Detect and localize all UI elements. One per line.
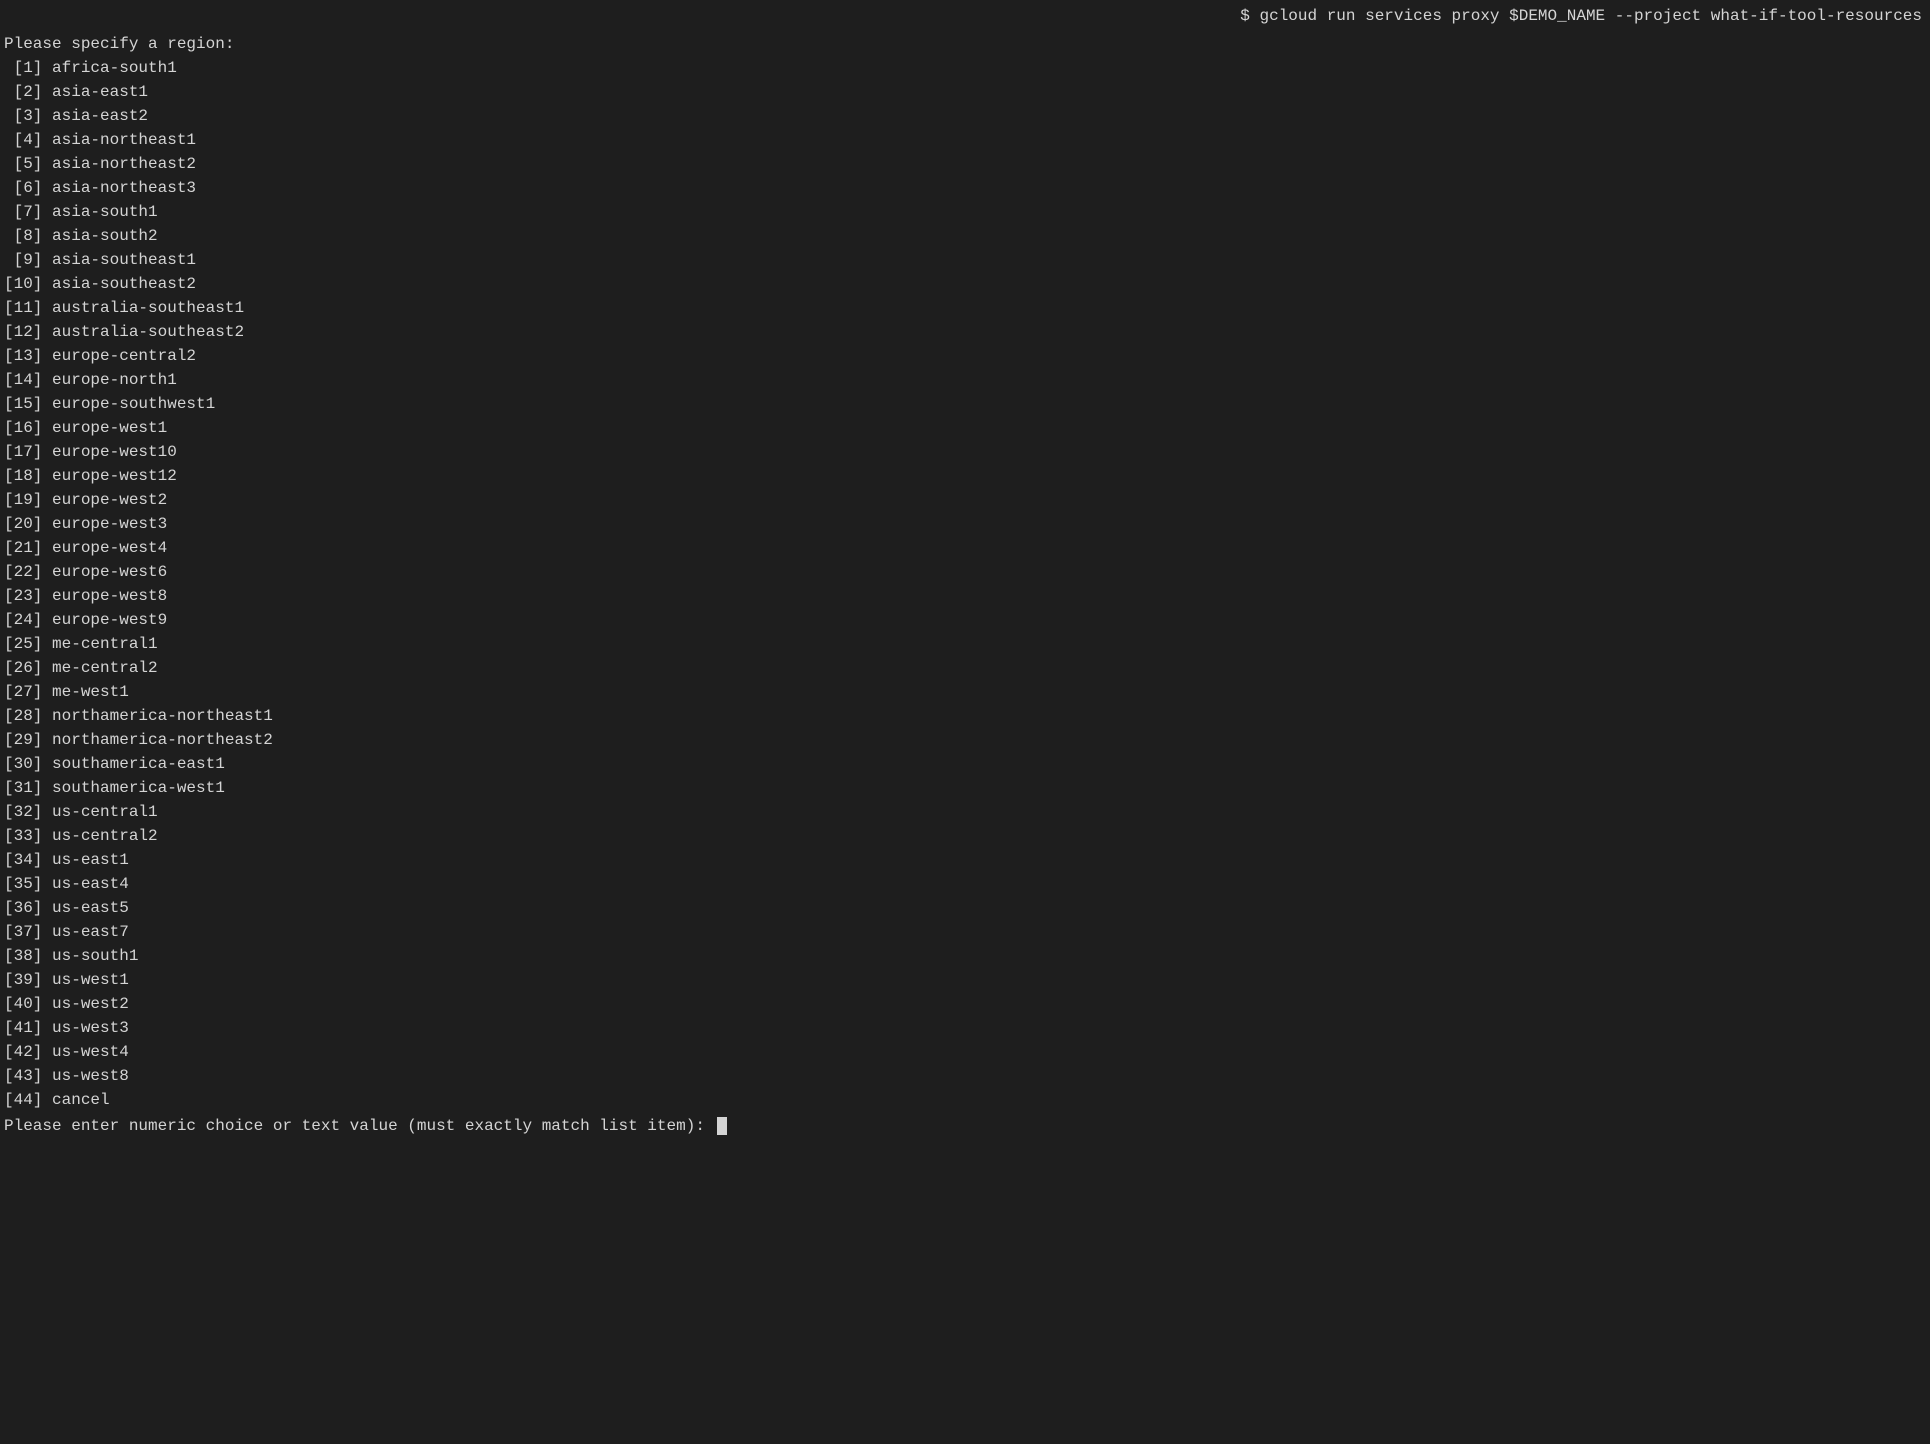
- region-item: [20] europe-west3: [4, 512, 1926, 536]
- region-item: [11] australia-southeast1: [4, 296, 1926, 320]
- region-item: [2] asia-east1: [4, 80, 1926, 104]
- cursor: [717, 1117, 727, 1135]
- region-item: [23] europe-west8: [4, 584, 1926, 608]
- region-item: [1] africa-south1: [4, 56, 1926, 80]
- region-item: [22] europe-west6: [4, 560, 1926, 584]
- region-item: [10] asia-southeast2: [4, 272, 1926, 296]
- region-item: [19] europe-west2: [4, 488, 1926, 512]
- region-item: [33] us-central2: [4, 824, 1926, 848]
- terminal: $ gcloud run services proxy $DEMO_NAME -…: [0, 0, 1930, 1444]
- region-item: [40] us-west2: [4, 992, 1926, 1016]
- region-item: [30] southamerica-east1: [4, 752, 1926, 776]
- region-item: [7] asia-south1: [4, 200, 1926, 224]
- region-item: [35] us-east4: [4, 872, 1926, 896]
- region-item: [16] europe-west1: [4, 416, 1926, 440]
- region-item: [34] us-east1: [4, 848, 1926, 872]
- region-item: [38] us-south1: [4, 944, 1926, 968]
- region-item: [29] northamerica-northeast2: [4, 728, 1926, 752]
- region-item: [3] asia-east2: [4, 104, 1926, 128]
- region-item: [21] europe-west4: [4, 536, 1926, 560]
- region-item: [27] me-west1: [4, 680, 1926, 704]
- region-item: [13] europe-central2: [4, 344, 1926, 368]
- input-line[interactable]: Please enter numeric choice or text valu…: [4, 1114, 1926, 1138]
- region-item: [28] northamerica-northeast1: [4, 704, 1926, 728]
- region-item: [24] europe-west9: [4, 608, 1926, 632]
- region-item: [41] us-west3: [4, 1016, 1926, 1040]
- region-item: [17] europe-west10: [4, 440, 1926, 464]
- region-item: [15] europe-southwest1: [4, 392, 1926, 416]
- region-item: [37] us-east7: [4, 920, 1926, 944]
- region-item: [43] us-west8: [4, 1064, 1926, 1088]
- region-item: [9] asia-southeast1: [4, 248, 1926, 272]
- region-item: [25] me-central1: [4, 632, 1926, 656]
- region-item: [14] europe-north1: [4, 368, 1926, 392]
- terminal-content: Please specify a region: [1] africa-sout…: [0, 32, 1930, 1444]
- region-item: [42] us-west4: [4, 1040, 1926, 1064]
- region-item: [12] australia-southeast2: [4, 320, 1926, 344]
- input-prompt-text: Please enter numeric choice or text valu…: [4, 1114, 715, 1138]
- region-item: [39] us-west1: [4, 968, 1926, 992]
- region-item: [36] us-east5: [4, 896, 1926, 920]
- region-item: [8] asia-south2: [4, 224, 1926, 248]
- region-item: [44] cancel: [4, 1088, 1926, 1112]
- region-list: [1] africa-south1 [2] asia-east1 [3] asi…: [4, 56, 1926, 1112]
- region-item: [4] asia-northeast1: [4, 128, 1926, 152]
- region-item: [31] southamerica-west1: [4, 776, 1926, 800]
- region-item: [5] asia-northeast2: [4, 152, 1926, 176]
- region-item: [26] me-central2: [4, 656, 1926, 680]
- region-prompt: Please specify a region:: [4, 32, 1926, 56]
- region-item: [32] us-central1: [4, 800, 1926, 824]
- region-item: [6] asia-northeast3: [4, 176, 1926, 200]
- region-item: [18] europe-west12: [4, 464, 1926, 488]
- command-line: $ gcloud run services proxy $DEMO_NAME -…: [0, 0, 1930, 32]
